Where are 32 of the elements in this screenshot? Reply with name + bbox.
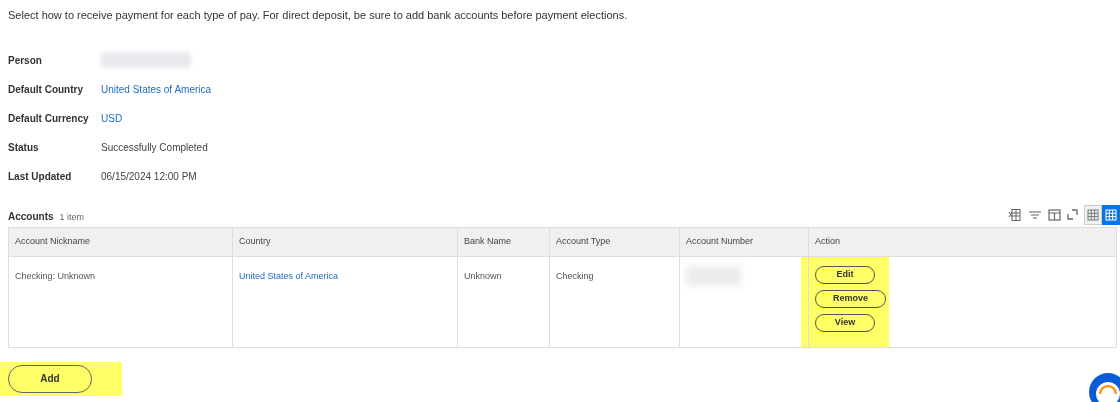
logo-icon bbox=[1088, 372, 1120, 402]
action-button[interactable]: Edit bbox=[815, 265, 875, 284]
column-header: Account Number bbox=[679, 227, 809, 256]
export-excel-icon[interactable] bbox=[1008, 207, 1022, 222]
fullscreen-icon[interactable] bbox=[1067, 209, 1078, 220]
column-header: Account Type bbox=[549, 227, 680, 256]
section-title: Accounts bbox=[8, 210, 54, 224]
table-cell: Checking: Unknown bbox=[8, 256, 233, 347]
field-label: Default Currency bbox=[8, 111, 90, 126]
action-button[interactable]: Remove bbox=[815, 289, 886, 308]
item-count: 1 item bbox=[59, 211, 85, 224]
table-cell: Unknown bbox=[457, 256, 550, 347]
country-link[interactable]: United States of America bbox=[239, 270, 339, 281]
field-label: Person bbox=[8, 53, 43, 68]
columns-icon[interactable] bbox=[1048, 208, 1061, 221]
column-header: Country bbox=[232, 227, 458, 256]
table-cell: Checking bbox=[549, 256, 680, 347]
field-label: Default Country bbox=[8, 82, 84, 97]
action-button[interactable]: View bbox=[815, 313, 875, 332]
field-value: Successfully Completed bbox=[101, 140, 208, 155]
table-view-toggle[interactable] bbox=[1102, 204, 1120, 225]
column-header: Bank Name bbox=[457, 227, 550, 256]
field-label: Status bbox=[8, 140, 40, 155]
field-link[interactable]: United States of America bbox=[101, 81, 212, 97]
column-header: Action bbox=[808, 227, 1117, 256]
field-value: 06/15/2024 12:00 PM bbox=[101, 169, 197, 184]
instructions-text: Select how to receive payment for each type of pay. For direct deposit, be sure to add bank accounts before payment elections. bbox=[8, 8, 629, 23]
field-label: Last Updated bbox=[8, 169, 73, 184]
add-button[interactable]: Add bbox=[8, 364, 92, 393]
grid-view-toggle[interactable] bbox=[1084, 204, 1102, 225]
column-header: Account Nickname bbox=[8, 227, 233, 256]
field-link[interactable]: USD bbox=[101, 110, 123, 126]
